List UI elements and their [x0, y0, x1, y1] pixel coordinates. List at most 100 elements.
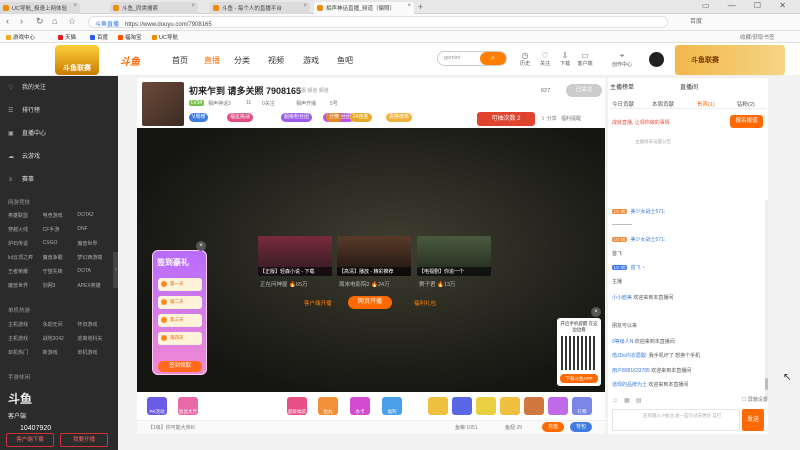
recharge-button[interactable]: 充值 — [542, 422, 564, 432]
category-link[interactable]: 电竞游戏 — [43, 212, 78, 219]
bookmark-manager[interactable]: 收藏/获取书签 — [740, 33, 775, 41]
category-link[interactable]: 英雄联盟 — [8, 212, 43, 219]
host-rank-tab[interactable]: 主播榜单 — [610, 85, 634, 91]
nav-home[interactable]: 首页 — [172, 55, 188, 66]
chat-username[interactable]: 道现的品牌为土 — [612, 382, 647, 388]
emoji-icon[interactable]: ☺ — [612, 398, 624, 404]
nav-video[interactable]: 视频 — [268, 55, 284, 66]
chat-username[interactable]: 小小欧美 — [612, 295, 632, 301]
browser-tab[interactable]: 斗鱼 - 每个人的直播平台 × — [210, 2, 310, 14]
close-icon[interactable]: × — [196, 241, 206, 251]
backpack-button[interactable]: 背包 — [570, 422, 592, 432]
sidebar-item-live-center[interactable]: ▣ 直播中心 — [8, 128, 46, 137]
sidebar-item-rank[interactable]: ☰ 排行榜 — [8, 105, 40, 114]
challenge-badge[interactable]: 福星挑战 — [227, 113, 254, 122]
go-live-button[interactable]: 我要开播 — [60, 433, 108, 447]
category-link[interactable]: 魔兽世界 — [8, 282, 43, 289]
creator-button[interactable]: ⌖ 创作中心 — [611, 51, 633, 68]
gift-icon[interactable] — [524, 397, 544, 415]
image-icon[interactable]: ▦ — [624, 398, 636, 404]
category-link[interactable]: 逃离塔科夫 — [77, 335, 112, 342]
nav-game[interactable]: 游戏 — [303, 55, 319, 66]
nav-category[interactable]: 分类 — [234, 55, 250, 66]
sidebar-item-following[interactable]: ♡ 我的关注 — [8, 82, 46, 91]
recommend-card[interactable]: 【正版】轻森小说 - 下载 — [258, 236, 332, 276]
web-live-button[interactable]: 网页开播 — [348, 296, 392, 309]
rank-badge[interactable]: 分榜 — [326, 113, 343, 122]
douyu-logo[interactable]: 斗鱼 — [120, 53, 140, 68]
category-link[interactable]: DOTA — [77, 268, 112, 275]
close-icon[interactable]: × — [303, 3, 307, 9]
close-icon[interactable]: × — [191, 3, 195, 9]
reminder-button[interactable]: 福利提醒 — [561, 115, 581, 122]
client-live-link[interactable]: 客户端开播 — [304, 299, 332, 307]
promo-banner[interactable]: 斗鱼联赛 — [675, 45, 785, 75]
fan-group-badge[interactable]: 超级粉丝团 — [281, 113, 313, 122]
share-button[interactable]: ⇪ 分享 — [541, 115, 557, 122]
chat-username[interactable]: 用户8081633785 — [612, 368, 650, 374]
category-link[interactable]: 魔兽争霸 — [43, 254, 78, 261]
browser-tab[interactable]: UC导航_极速上网体验 × — [0, 2, 80, 14]
browser-search[interactable]: 百度 — [690, 16, 702, 25]
tab-today[interactable]: 今日贡献 — [612, 100, 634, 108]
nav-yuba[interactable]: 鱼吧 — [337, 55, 353, 66]
forward-icon[interactable]: › — [20, 16, 23, 26]
bookmark[interactable]: 百度 — [90, 33, 108, 41]
welfare-icon[interactable]: 福利 — [382, 397, 402, 415]
chat-username[interactable]: 借JDo内衣眉酸: — [612, 353, 647, 359]
tab-week[interactable]: 本周贡献 — [652, 100, 674, 108]
gift-icon[interactable]: 礼物 — [572, 397, 592, 415]
pk-icon[interactable]: PK活动 — [147, 397, 167, 415]
streak-badge[interactable]: 24连胜 — [350, 113, 372, 122]
category-link[interactable]: 炉石传说 — [8, 240, 43, 247]
window-controls[interactable]: ▭ — ☐ ✕ — [702, 1, 794, 10]
category-link[interactable]: DNF — [77, 226, 112, 233]
refresh-icon[interactable]: ↻ — [36, 16, 44, 27]
client-download-button[interactable]: 客户端下载 — [6, 433, 54, 447]
category-link[interactable]: 单机游戏 — [77, 349, 112, 356]
category-link[interactable]: 怀旧游戏 — [77, 321, 112, 328]
league-logo[interactable]: 斗鱼联赛 — [55, 45, 99, 75]
close-icon[interactable]: × — [73, 3, 77, 9]
bookmark[interactable]: UC导航 — [152, 33, 178, 41]
room-category[interactable]: 相声神话3 — [208, 100, 231, 107]
gift-pack-link[interactable]: 福利礼包 — [414, 299, 436, 307]
lucky-bag-icon[interactable]: 超级福袋 — [287, 397, 307, 415]
scrollbar-thumb[interactable] — [765, 378, 768, 390]
fish-ball-icon[interactable]: 鱼丸 — [318, 397, 338, 415]
category-link[interactable]: 守望先锋 — [43, 268, 78, 275]
gift-icon[interactable] — [428, 397, 448, 415]
download-button[interactable]: ⇩ 下载 — [554, 51, 576, 67]
category-link[interactable]: lol云顶之弈 — [8, 254, 43, 261]
recommend-card[interactable]: 【电视剧】你追一个 — [417, 236, 491, 276]
shield-setting[interactable]: ☐ 屏蔽设置 — [742, 396, 768, 403]
category-link[interactable]: 梦幻西游端 — [77, 254, 112, 261]
task-hint[interactable]: 【1级】你可能大侠K! — [148, 424, 196, 431]
tab-diamond[interactable]: 钻粉(2) — [737, 100, 755, 108]
close-icon[interactable]: × — [591, 307, 601, 317]
chat-username[interactable]: 9等级人N — [612, 339, 633, 345]
join-button[interactable]: 报名报道 — [730, 115, 763, 128]
nav-live[interactable]: 直播 — [204, 55, 220, 66]
noble-badge[interactable]: 贵族榜单 — [386, 113, 413, 122]
star-icon[interactable]: ☆ — [68, 16, 76, 27]
new-tab-button[interactable]: + — [418, 2, 423, 12]
browser-tab[interactable]: 斗鱼_同类搜索 × — [110, 2, 198, 14]
fan-hall-icon[interactable]: 粉丝大厅 — [178, 397, 198, 415]
home-icon[interactable]: ⌂ — [52, 16, 57, 26]
live-room-tab[interactable]: 直播间 — [680, 85, 698, 91]
bookmark[interactable]: 游戏中心 — [6, 33, 35, 41]
url-field[interactable]: 斗鱼直播 https://www.douyu.com/7908165 — [88, 16, 668, 28]
category-link[interactable]: CSGO — [43, 240, 78, 247]
promo-link[interactable]: 成就直播, 让领你做的事情 — [612, 119, 670, 126]
room-avatar[interactable] — [142, 82, 184, 126]
gift-icon[interactable] — [548, 397, 568, 415]
app-download-button[interactable]: 下载斗鱼APP — [560, 374, 598, 383]
week-rank-badge[interactable]: V周榜 — [189, 113, 209, 122]
category-link[interactable]: 主机游戏 — [8, 335, 43, 342]
category-link[interactable]: 单机热门 — [8, 349, 43, 356]
category-link[interactable]: 主机游戏 — [8, 321, 43, 328]
chat-username[interactable]: 美少女战士571: — [630, 209, 665, 215]
category-link[interactable]: 王者荣耀 — [8, 268, 43, 275]
history-button[interactable]: ◷ 历史 — [514, 51, 536, 67]
